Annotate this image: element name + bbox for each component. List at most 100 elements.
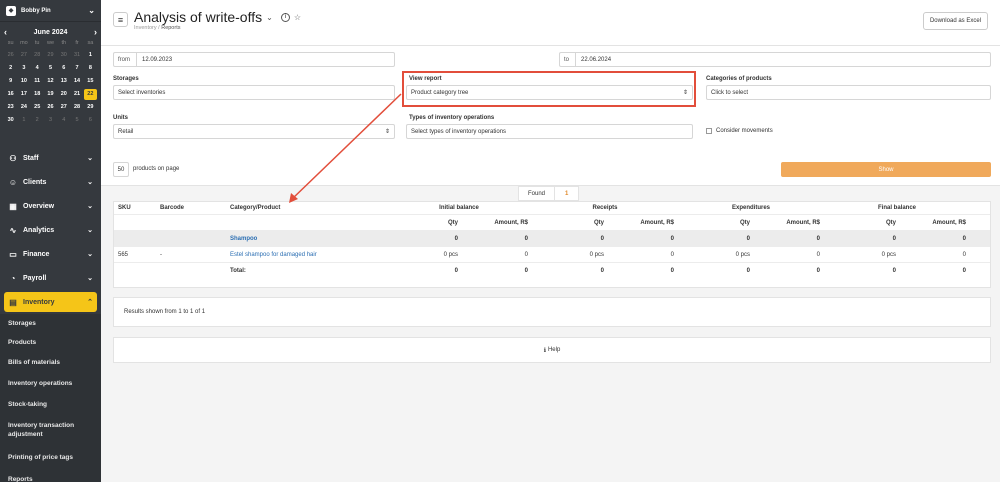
breadcrumb-item[interactable]: Inventory: [134, 25, 157, 31]
show-button[interactable]: Show: [781, 162, 991, 177]
calendar-day[interactable]: 31: [70, 50, 83, 61]
download-excel-button[interactable]: Download as Excel: [922, 12, 988, 30]
calendar-day[interactable]: 26: [4, 50, 17, 61]
page-header: ≡ Analysis of write-offs ⌄ i ☆ Inventory…: [101, 0, 1000, 46]
calendar-day[interactable]: 5: [70, 115, 83, 126]
table-cell: 0: [524, 251, 528, 258]
user-menu[interactable]: ◆ Bobby Pin ⌄: [0, 0, 101, 22]
consider-movements-checkbox[interactable]: [706, 128, 712, 134]
storages-label: Storages: [113, 76, 139, 82]
submenu-item[interactable]: Inventory transaction adjustment: [0, 415, 101, 445]
types-label: Types of inventory operations: [409, 115, 495, 121]
calendar-day[interactable]: 22: [83, 89, 97, 100]
per-page-select[interactable]: 50: [113, 162, 129, 177]
calendar-day[interactable]: 16: [4, 89, 17, 100]
calendar-day[interactable]: 3: [17, 63, 30, 74]
sidebar-item-label: Finance: [23, 250, 50, 258]
calendar-day[interactable]: 29: [44, 50, 57, 61]
product-link[interactable]: Estel shampoo for damaged hair: [226, 252, 386, 258]
col-final-balance: Final balance: [877, 205, 916, 211]
col-amount: Amount, R$: [640, 219, 674, 226]
calendar-day[interactable]: 24: [17, 102, 30, 113]
found-label: Found: [528, 190, 546, 197]
calendar-day[interactable]: 9: [4, 76, 17, 87]
category-link[interactable]: Shampoo: [226, 236, 386, 242]
col-barcode[interactable]: Barcode: [156, 205, 226, 211]
info-icon[interactable]: i: [280, 12, 290, 22]
calendar-day[interactable]: 19: [44, 89, 57, 100]
table-cell: 0 pcs: [881, 251, 896, 258]
calendar-day[interactable]: 1: [17, 115, 30, 126]
calendar-day[interactable]: 15: [84, 76, 97, 87]
table-cell: 0: [670, 268, 674, 274]
sidebar-item-inventory[interactable]: ▤ Inventory ⌃: [4, 292, 97, 312]
sidebar-item-payroll[interactable]: ◔ Payroll ⌄: [0, 266, 101, 290]
submenu-item[interactable]: Inventory operations: [0, 373, 101, 394]
col-category-product[interactable]: Category/Product: [226, 205, 386, 211]
submenu-item[interactable]: Products: [0, 333, 101, 352]
units-select[interactable]: Retail ⇕: [113, 124, 395, 139]
calendar-next-button[interactable]: ›: [94, 27, 97, 37]
calendar-day[interactable]: 26: [44, 102, 57, 113]
calendar-day[interactable]: 5: [44, 63, 57, 74]
calendar-day[interactable]: 2: [4, 63, 17, 74]
calendar-day[interactable]: 20: [57, 89, 70, 100]
calendar-day[interactable]: 27: [17, 50, 30, 61]
calendar-day[interactable]: 2: [31, 115, 44, 126]
calendar-prev-button[interactable]: ‹: [4, 27, 7, 37]
types-select[interactable]: Select types of inventory operations: [406, 124, 693, 139]
sidebar-item-clients[interactable]: ☺ Clients ⌄: [0, 170, 101, 194]
calendar-day[interactable]: 23: [4, 102, 17, 113]
calendar-day[interactable]: 13: [57, 76, 70, 87]
calendar-day[interactable]: 17: [17, 89, 30, 100]
table-cell: 0: [524, 268, 528, 274]
calendar-day[interactable]: 30: [57, 50, 70, 61]
storages-select[interactable]: Select inventories: [113, 85, 395, 100]
calendar-day[interactable]: 1: [84, 50, 97, 61]
categories-select[interactable]: Click to select: [706, 85, 991, 100]
sidebar-item-finance[interactable]: ▭ Finance ⌄: [0, 242, 101, 266]
table-cell: 0: [600, 235, 604, 242]
submenu-item[interactable]: Printing of price tags: [0, 445, 101, 470]
sidebar-item-staff[interactable]: ⚇ Staff ⌄: [0, 146, 101, 170]
star-icon[interactable]: ☆: [294, 13, 301, 22]
col-sku[interactable]: SKU: [114, 205, 156, 211]
calendar-day[interactable]: 14: [70, 76, 83, 87]
help-link[interactable]: ℹ Help: [113, 337, 991, 363]
col-qty: Qty: [739, 219, 750, 226]
calendar-day[interactable]: 12: [44, 76, 57, 87]
calendar-day[interactable]: 6: [57, 63, 70, 74]
col-initial-balance: Initial balance: [439, 205, 479, 211]
calendar-day[interactable]: 29: [84, 102, 97, 113]
calendar-day[interactable]: 11: [31, 76, 44, 87]
chevron-down-icon[interactable]: ⌄: [266, 13, 273, 22]
sidebar-item-analytics[interactable]: ∿ Analytics ⌄: [0, 218, 101, 242]
calendar-day[interactable]: 8: [84, 63, 97, 74]
submenu-item[interactable]: Stock-taking: [0, 394, 101, 415]
calendar-day[interactable]: 18: [31, 89, 44, 100]
calendar-day[interactable]: 27: [57, 102, 70, 113]
calendar-day[interactable]: 3: [44, 115, 57, 126]
overview-icon: ▦: [9, 201, 17, 211]
consider-movements[interactable]: Consider movements: [706, 128, 773, 134]
found-count: 1: [554, 187, 578, 200]
report-table: SKU Barcode Category/Product Initial bal…: [113, 201, 991, 288]
col-amount: Amount, R$: [494, 219, 528, 226]
submenu-item[interactable]: Reports: [0, 470, 101, 482]
calendar-day[interactable]: 10: [17, 76, 30, 87]
submenu-item[interactable]: Storages: [0, 314, 101, 333]
calendar-day[interactable]: 25: [31, 102, 44, 113]
calendar-day[interactable]: 4: [57, 115, 70, 126]
date-to-field[interactable]: to 22.06.2024: [559, 52, 991, 67]
submenu-item[interactable]: Bills of materials: [0, 352, 101, 373]
date-from-field[interactable]: from 12.09.2023: [113, 52, 395, 67]
menu-toggle-button[interactable]: ≡: [113, 12, 128, 27]
calendar-day[interactable]: 4: [31, 63, 44, 74]
calendar-day[interactable]: 30: [4, 115, 17, 126]
sidebar-item-overview[interactable]: ▦ Overview ⌄: [0, 194, 101, 218]
calendar-day[interactable]: 21: [70, 89, 83, 100]
calendar-day[interactable]: 7: [70, 63, 83, 74]
calendar-day[interactable]: 6: [84, 115, 97, 126]
calendar-day[interactable]: 28: [31, 50, 44, 61]
calendar-day[interactable]: 28: [70, 102, 83, 113]
